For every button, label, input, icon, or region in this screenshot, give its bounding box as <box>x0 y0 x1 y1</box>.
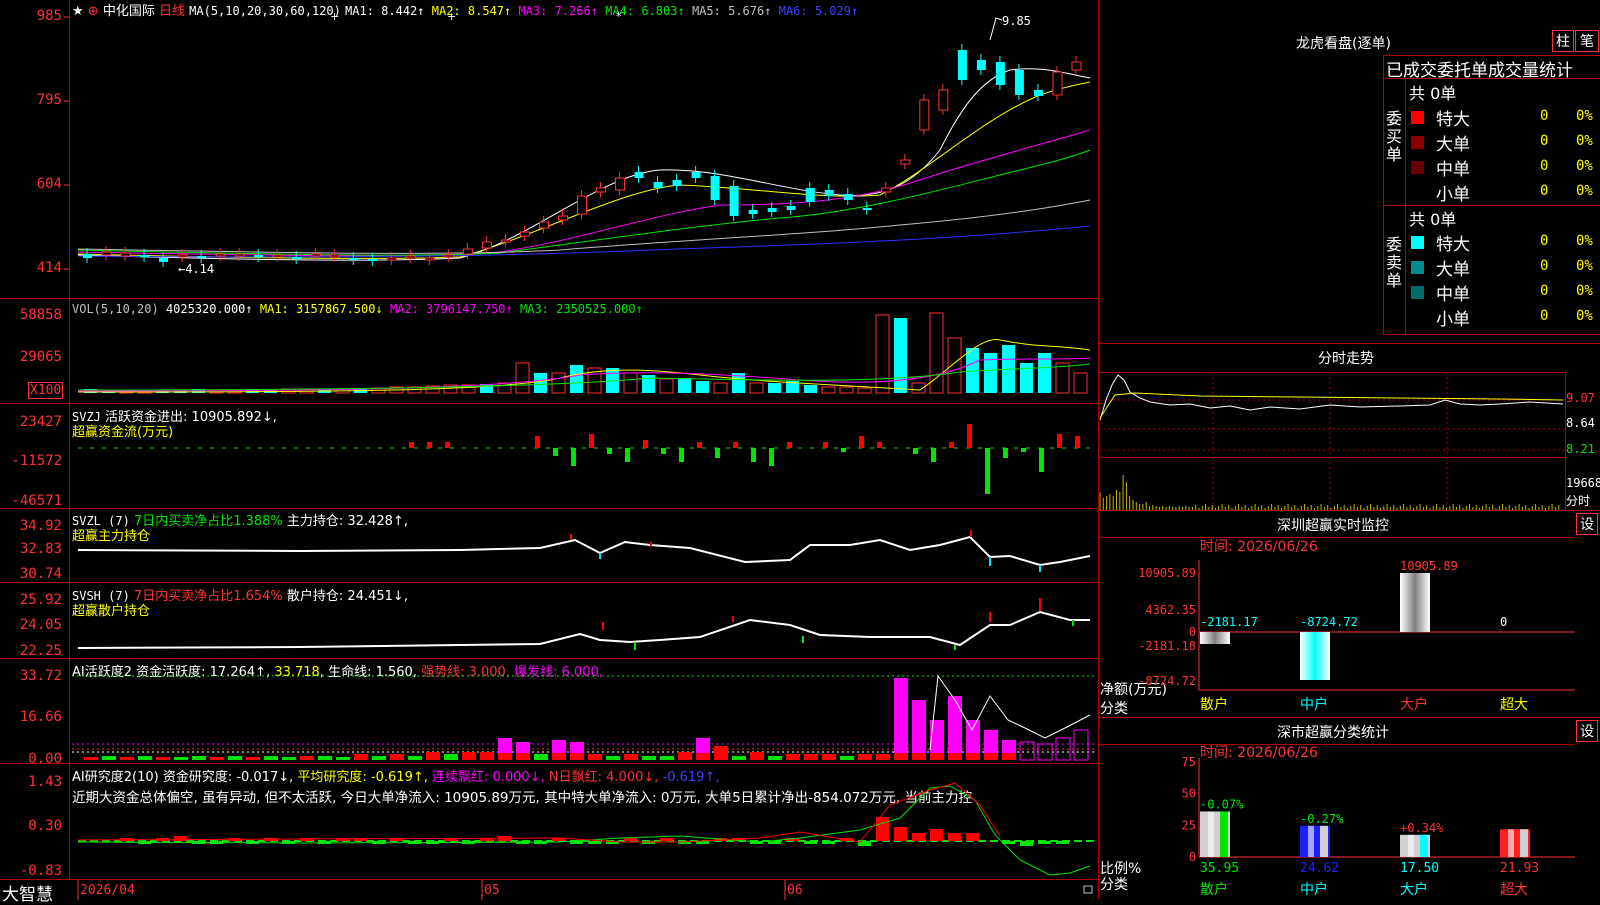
sz-class-value-0: 35.95 <box>1200 861 1239 876</box>
sz-class-cat-3: 超大 <box>1500 882 1528 898</box>
sz-class-value-3: 21.93 <box>1500 861 1539 876</box>
sz-class-tick-3: 0 <box>1189 850 1196 864</box>
sz-class-value-2: 17.50 <box>1400 861 1439 876</box>
sz-class-change-0: -0.07% <box>1200 797 1244 811</box>
sz-class-tick-0: 75 <box>1182 755 1196 769</box>
sz-class-change-2: +0.34% <box>1400 821 1444 835</box>
sz-class-cat-1: 中户 <box>1300 881 1328 898</box>
sz-class-chart[interactable]: 75 50 25 0 -0.07% 35.95 散户 -0.27% 24.62 中户 +0.34% 1… <box>0 0 1600 900</box>
sz-class-cat-2: 大户 <box>1400 881 1428 898</box>
sz-class-change-1: -0.27% <box>1300 812 1344 826</box>
sz-class-tick-2: 25 <box>1182 818 1196 832</box>
sz-class-cat-0: 散户 <box>1200 881 1228 898</box>
sz-class-value-1: 24.62 <box>1300 861 1339 876</box>
sz-class-tick-1: 50 <box>1182 787 1196 801</box>
